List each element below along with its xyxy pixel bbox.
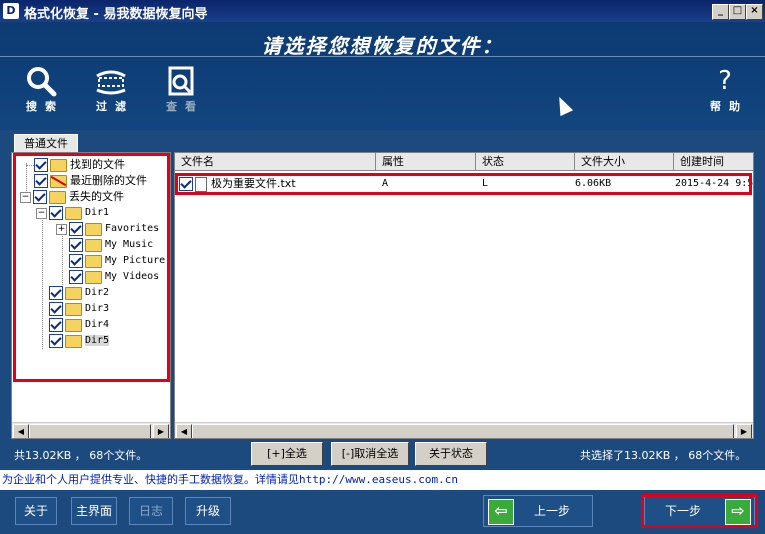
status-total: 共13.02KB ， 68个文件。 bbox=[14, 449, 148, 462]
checkbox-icon[interactable] bbox=[69, 254, 83, 268]
deleted-folder-icon bbox=[50, 174, 67, 188]
folder-icon bbox=[85, 270, 102, 284]
arrow-right-icon: ⇨ bbox=[725, 499, 751, 525]
list-horizontal-scrollbar[interactable]: ◀ ▶ bbox=[175, 422, 753, 438]
checkbox-icon[interactable] bbox=[34, 158, 48, 172]
tree-item-found-files[interactable]: 找到的文件 bbox=[20, 157, 125, 173]
checkbox-icon[interactable] bbox=[34, 174, 48, 188]
folder-icon bbox=[65, 206, 82, 220]
folder-icon bbox=[85, 238, 102, 252]
folder-icon bbox=[49, 190, 66, 204]
upgrade-button[interactable]: 升级 bbox=[185, 497, 231, 525]
file-list[interactable]: 文件名 属性 状态 文件大小 创建时间 极为重要文件.txt A L 6.06K… bbox=[174, 152, 754, 439]
header: 请选择您想恢复的文件： 搜索 过滤 查看 ? 帮助 bbox=[0, 22, 765, 130]
maximize-button[interactable]: □ bbox=[729, 4, 746, 20]
folder-icon bbox=[65, 302, 82, 316]
folder-icon bbox=[65, 334, 82, 348]
tree-item-recently-deleted[interactable]: 最近删除的文件 bbox=[20, 173, 147, 189]
filter-icon bbox=[86, 64, 136, 98]
magnifier-icon bbox=[16, 64, 66, 98]
tree-item-my-picture[interactable]: My Picture bbox=[56, 253, 165, 269]
view-label: 查看 bbox=[166, 100, 204, 113]
tree-item-dir2[interactable]: Dir2 bbox=[36, 285, 109, 301]
tree-item-my-music[interactable]: My Music bbox=[56, 237, 153, 253]
filter-label: 过滤 bbox=[96, 100, 134, 113]
column-header-name[interactable]: 文件名 bbox=[175, 153, 376, 171]
scroll-left-icon[interactable]: ◀ bbox=[13, 424, 29, 438]
scroll-right-icon[interactable]: ▶ bbox=[736, 424, 752, 438]
column-header-status[interactable]: 状态 bbox=[476, 153, 575, 171]
help-tool[interactable]: ? 帮助 bbox=[700, 64, 750, 114]
info-bar[interactable]: 为企业和个人用户提供专业、快捷的手工数据恢复。详情请见http://www.ea… bbox=[0, 470, 765, 490]
app-icon: D bbox=[3, 3, 19, 19]
minimize-button[interactable]: _ bbox=[712, 4, 729, 20]
arrow-left-icon: ⇦ bbox=[488, 499, 514, 525]
status-selected: 共选择了13.02KB ， 68个文件。 bbox=[580, 449, 747, 462]
header-divider bbox=[0, 56, 765, 57]
scroll-thumb[interactable] bbox=[29, 424, 151, 438]
text-file-icon bbox=[195, 176, 207, 192]
tree-item-favorites[interactable]: + Favorites bbox=[56, 221, 159, 237]
tab-normal-files[interactable]: 普通文件 bbox=[14, 134, 78, 152]
about-status-button[interactable]: 关于状态 bbox=[415, 442, 487, 466]
checkbox-icon[interactable] bbox=[49, 206, 63, 220]
search-label: 搜索 bbox=[26, 100, 64, 113]
search-tool[interactable]: 搜索 bbox=[16, 64, 66, 114]
help-label: 帮助 bbox=[710, 100, 748, 113]
view-icon bbox=[156, 64, 206, 98]
help-icon: ? bbox=[718, 66, 732, 96]
collapse-icon[interactable]: − bbox=[20, 191, 31, 203]
folder-icon bbox=[65, 286, 82, 300]
page-heading: 请选择您想恢复的文件： bbox=[261, 34, 504, 58]
folder-icon bbox=[85, 254, 102, 268]
checkbox-icon[interactable] bbox=[49, 302, 63, 316]
filter-tool[interactable]: 过滤 bbox=[86, 64, 136, 114]
checkbox-icon[interactable] bbox=[69, 270, 83, 284]
previous-label: 上一步 bbox=[534, 504, 571, 518]
main-menu-button[interactable]: 主界面 bbox=[71, 497, 117, 525]
folder-icon bbox=[50, 158, 67, 172]
tree-item-dir1[interactable]: − Dir1 bbox=[36, 205, 109, 221]
scroll-left-icon[interactable]: ◀ bbox=[176, 424, 192, 438]
about-button[interactable]: 关于 bbox=[15, 497, 57, 525]
close-button[interactable]: × bbox=[746, 4, 763, 20]
view-tool[interactable]: 查看 bbox=[156, 64, 206, 114]
folder-icon bbox=[65, 318, 82, 332]
window-title: 格式化恢复 - 易我数据恢复向导 bbox=[24, 7, 208, 22]
checkbox-icon[interactable] bbox=[49, 286, 63, 300]
tree-item-dir5[interactable]: Dir5 bbox=[36, 333, 110, 349]
collapse-icon[interactable]: − bbox=[36, 207, 47, 219]
scroll-thumb[interactable] bbox=[192, 424, 734, 438]
column-header-size[interactable]: 文件大小 bbox=[575, 153, 674, 171]
title-bar: D 格式化恢复 - 易我数据恢复向导 _ □ × bbox=[0, 0, 765, 22]
checkbox-icon[interactable] bbox=[33, 190, 47, 204]
tree-item-dir4[interactable]: Dir4 bbox=[36, 317, 109, 333]
file-created: 2015-4-24 9:5 bbox=[675, 178, 753, 189]
file-status: L bbox=[482, 178, 489, 189]
checkbox-icon[interactable] bbox=[49, 318, 63, 332]
column-header-attributes[interactable]: 属性 bbox=[376, 153, 476, 171]
column-header-created[interactable]: 创建时间 bbox=[674, 153, 753, 171]
folder-tree[interactable]: 找到的文件 最近删除的文件 − 丢失的文件 − Dir1 + Favorites My… bbox=[11, 152, 171, 439]
tree-item-my-videos[interactable]: My Videos bbox=[56, 269, 159, 285]
file-name: 极为重要文件.txt bbox=[211, 177, 296, 190]
checkbox-icon[interactable] bbox=[69, 238, 83, 252]
file-size: 6.06KB bbox=[575, 178, 612, 189]
checkbox-icon[interactable] bbox=[49, 334, 63, 348]
log-button[interactable]: 日志 bbox=[129, 497, 173, 525]
tree-item-lost-files[interactable]: − 丢失的文件 bbox=[20, 189, 124, 205]
checkbox-icon[interactable] bbox=[179, 177, 193, 191]
folder-icon bbox=[85, 222, 102, 236]
deselect-all-button[interactable]: [-]取消全选 bbox=[331, 442, 409, 466]
checkbox-icon[interactable] bbox=[69, 222, 83, 236]
previous-button[interactable]: ⇦ 上一步 bbox=[483, 495, 593, 527]
select-all-button[interactable]: [+]全选 bbox=[251, 442, 323, 466]
expand-icon[interactable]: + bbox=[56, 223, 67, 235]
next-label: 下一步 bbox=[665, 504, 702, 518]
tree-horizontal-scrollbar[interactable]: ◀ ▶ bbox=[12, 422, 170, 438]
file-attr: A bbox=[382, 178, 389, 189]
scroll-right-icon[interactable]: ▶ bbox=[153, 424, 169, 438]
tree-item-dir3[interactable]: Dir3 bbox=[36, 301, 109, 317]
next-button[interactable]: 下一步 ⇨ bbox=[644, 495, 755, 527]
